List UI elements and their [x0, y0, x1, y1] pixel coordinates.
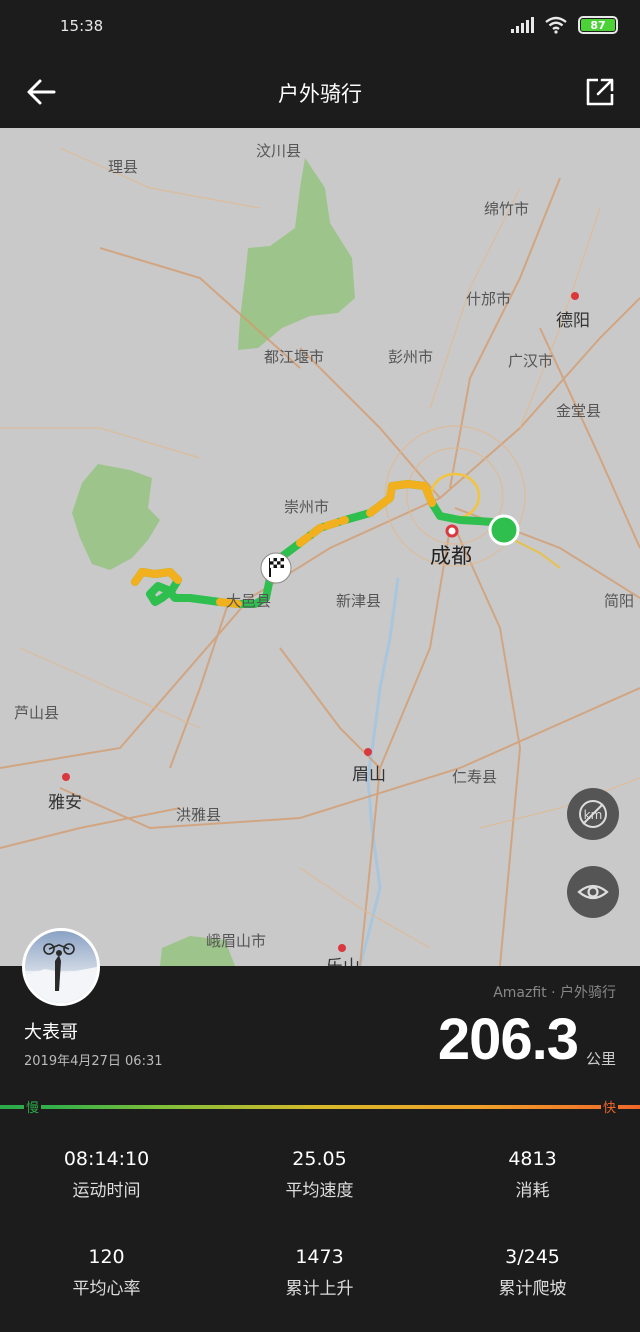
speed-legend: 慢 快	[0, 1097, 640, 1116]
stat-duration: 08:14:10 运动时间	[0, 1148, 213, 1201]
park-area	[72, 464, 160, 570]
avatar-image	[25, 943, 97, 1003]
stat-total-climb: 3/245 累计爬坡	[426, 1246, 639, 1299]
map-label: 彭州市	[388, 348, 434, 366]
user-name: 大表哥	[24, 1022, 78, 1043]
map-label: 仁寿县	[452, 768, 498, 786]
stat-calories: 4813 消耗	[426, 1148, 639, 1201]
map-label: 德阳	[556, 311, 590, 331]
eye-icon	[577, 884, 609, 900]
map-canvas	[0, 147, 640, 966]
record-date: 2019年4月27日 06:31	[24, 1054, 163, 1069]
distance-unit: 公里	[585, 1050, 616, 1068]
stat-label: 平均心率	[72, 1279, 141, 1299]
app-bar: 户外骑行	[0, 56, 640, 128]
wifi-icon	[545, 16, 567, 34]
map-label: 金堂县	[556, 402, 602, 420]
speed-fast-label: 快	[600, 1097, 618, 1116]
map-label: 眉山	[352, 765, 386, 785]
stat-value: 4813	[508, 1148, 557, 1170]
map-label: 洪雅县	[176, 806, 222, 824]
share-external-icon	[586, 78, 614, 106]
summary-panel: Amazfit · 户外骑行 大表哥 2019年4月27日 06:31 206.…	[0, 928, 640, 1332]
stat-value: 120	[88, 1246, 125, 1268]
checkered-flag-icon	[260, 552, 292, 584]
status-time: 15:38	[60, 17, 104, 35]
stat-value: 25.05	[292, 1148, 347, 1170]
map-label: 芦山县	[14, 704, 60, 722]
avatar[interactable]	[22, 928, 100, 1006]
page-title: 户外骑行	[278, 82, 362, 106]
status-bar: 15:38 87	[0, 0, 640, 56]
stat-total-ascent: 1473 累计上升	[213, 1246, 426, 1299]
stat-value: 1473	[295, 1246, 344, 1268]
map-label: 绵竹市	[484, 200, 530, 218]
signal-icon	[511, 17, 534, 33]
park-area	[238, 158, 355, 350]
speed-slow-label: 慢	[24, 1097, 42, 1116]
stat-label: 累计爬坡	[498, 1279, 567, 1299]
map-label: 崇州市	[284, 498, 330, 516]
battery-icon: 87	[578, 16, 618, 34]
speed-gradient-bar	[0, 1105, 640, 1109]
km-marker-off-icon: km	[579, 800, 607, 828]
map-label-chengdu: 成都	[430, 544, 472, 568]
route-path-fast	[366, 480, 436, 517]
brand-label: Amazfit · 户外骑行	[493, 985, 616, 1001]
battery-level: 87	[581, 19, 615, 32]
map-label: 广汉市	[508, 352, 554, 370]
stat-value: 3/245	[505, 1246, 560, 1268]
stat-label: 消耗	[515, 1181, 550, 1201]
stat-avg-heart-rate: 120 平均心率	[0, 1246, 213, 1299]
map-label: 简阳	[604, 592, 635, 610]
km-marker-toggle-button[interactable]: km	[567, 788, 619, 840]
stat-avg-speed: 25.05 平均速度	[213, 1148, 426, 1201]
map-label: 峨眉山市	[206, 932, 267, 950]
share-button[interactable]	[580, 72, 620, 112]
stat-label: 累计上升	[285, 1279, 354, 1299]
map-label: 新津县	[336, 592, 382, 610]
route-map[interactable]: 理县 汶川县 绵竹市 什邡市 德阳 都江堰市 彭州市 广汉市 金堂县 崇州市 成…	[0, 128, 640, 966]
stat-label: 运动时间	[72, 1181, 141, 1201]
map-label: 乐山	[326, 952, 360, 966]
map-label: 理县	[108, 158, 139, 176]
map-label: 都江堰市	[264, 348, 325, 366]
map-label: 什邡市	[466, 290, 512, 308]
distance-value: 206.3	[437, 1007, 579, 1072]
status-icons: 87	[511, 16, 618, 34]
map-label: 雅安	[48, 793, 82, 813]
stat-label: 平均速度	[285, 1181, 354, 1201]
view-toggle-button[interactable]	[567, 866, 619, 918]
map-label: 汶川县	[256, 142, 302, 160]
route-path-fast	[131, 568, 182, 586]
start-dot-icon	[488, 514, 520, 546]
stat-value: 08:14:10	[63, 1148, 150, 1170]
map-label: 大邑县	[226, 592, 272, 610]
chengdu-marker	[445, 524, 459, 538]
